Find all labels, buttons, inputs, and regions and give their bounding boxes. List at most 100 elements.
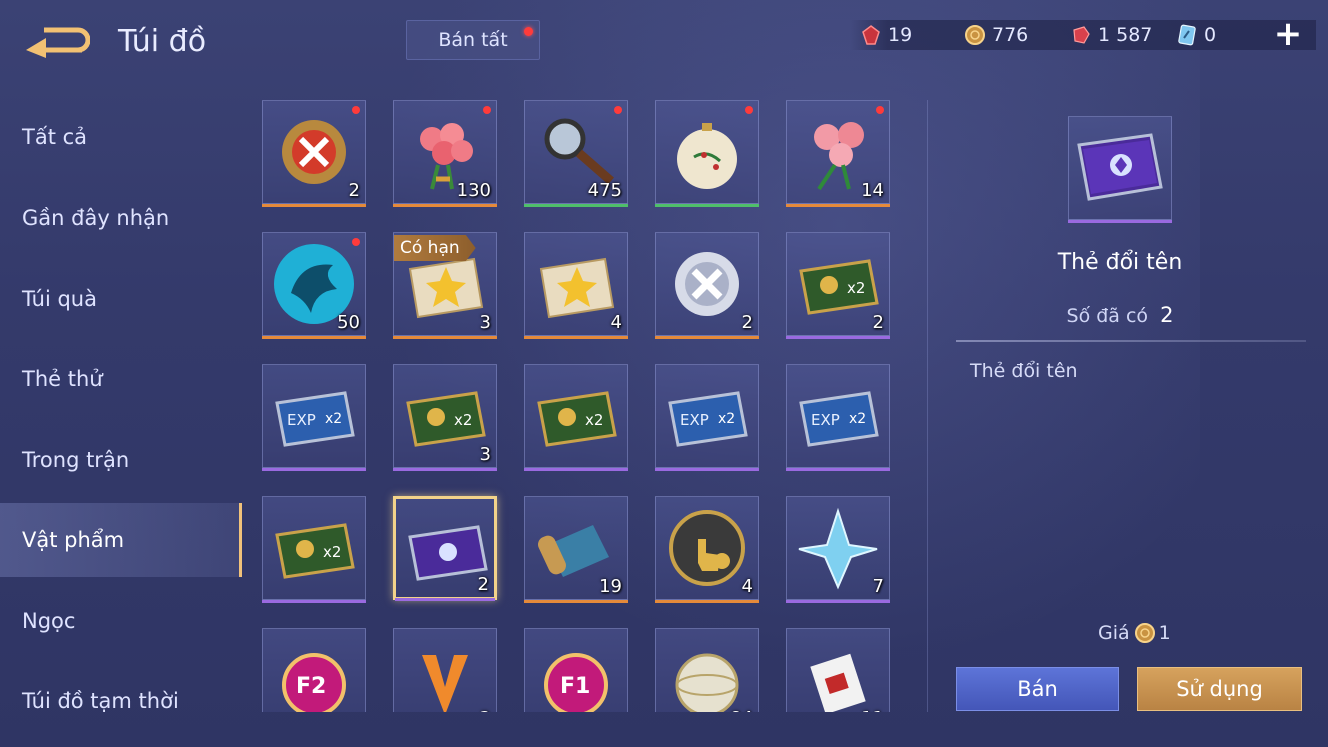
star-ticket-item[interactable]: 4: [524, 232, 628, 339]
gold-card-x2-item[interactable]: x2 3: [393, 364, 497, 471]
tap-badge-icon: [669, 510, 745, 586]
back-button[interactable]: [22, 24, 91, 60]
f1-badge-item[interactable]: F1: [524, 628, 628, 712]
rose-bouquet-item[interactable]: 130: [393, 100, 497, 207]
sidebar-item-gift-bags[interactable]: Túi quà: [0, 262, 242, 336]
limited-tag: Có hạn: [394, 235, 476, 261]
svg-text:EXP: EXP: [287, 411, 316, 429]
red-card-item[interactable]: 11: [786, 628, 890, 712]
item-count: 2: [477, 574, 489, 595]
price-value: 1: [1158, 622, 1171, 644]
svg-text:EXP: EXP: [811, 411, 840, 429]
sidebar-item-temporary-bag[interactable]: Túi đồ tạm thời: [0, 664, 242, 738]
sidebar-item-recent[interactable]: Gần đây nhận: [0, 181, 242, 255]
ornament-ball-item[interactable]: [655, 100, 759, 207]
sidebar-item-items[interactable]: Vật phẩm: [0, 503, 242, 577]
svg-text:x2: x2: [454, 411, 472, 429]
rarity-bar: [655, 204, 759, 207]
rarity-bar: [786, 600, 890, 603]
page-title: Túi đồ: [118, 24, 207, 59]
new-item-dot: [876, 106, 884, 114]
item-count: 4: [741, 576, 753, 597]
crystal-emblem-item[interactable]: 7: [786, 496, 890, 603]
rarity-bar: [1068, 220, 1172, 223]
gold-card-x2-icon: x2: [275, 523, 355, 579]
sell-all-button[interactable]: Bán tất: [406, 20, 540, 60]
crystal-emblem-icon: [798, 507, 878, 590]
gold-card-x2-icon: x2: [537, 391, 617, 447]
sidebar-item-in-match[interactable]: Trong trận: [0, 423, 242, 497]
blue-emblem-item[interactable]: 50: [262, 232, 366, 339]
currency-red-crystal: 1 587: [1070, 20, 1152, 50]
item-count: 130: [456, 180, 491, 201]
gold-card-x2-item[interactable]: x2: [524, 364, 628, 471]
rarity-bar: [786, 336, 890, 339]
new-item-dot: [483, 106, 491, 114]
gold-card-x2-icon: x2: [406, 391, 486, 447]
rarity-bar: [262, 204, 366, 207]
use-button[interactable]: Sử dụng: [1137, 667, 1302, 711]
rarity-bar: [524, 468, 628, 471]
gold-card-x2-icon: x2: [799, 259, 879, 315]
sidebar-item-gems[interactable]: Ngọc: [0, 584, 242, 658]
owned-count: Số đã có 2: [950, 303, 1290, 327]
item-count: 14: [861, 180, 884, 201]
rarity-bar: [393, 204, 497, 207]
rarity-bar: [393, 336, 497, 339]
red-crystal-icon: [1073, 26, 1090, 44]
rename-card-item[interactable]: 2: [393, 496, 497, 601]
back-arrow-icon: [26, 27, 91, 58]
star-ticket-icon: [539, 257, 615, 319]
item-description: Thẻ đổi tên: [970, 360, 1078, 382]
currency-red-gem: 19: [860, 20, 912, 50]
rarity-bar: [262, 468, 366, 471]
price-label: Giá: [1098, 622, 1130, 644]
silver-orb-item[interactable]: 2: [655, 232, 759, 339]
star-ticket-limited-item[interactable]: Có hạn 3: [393, 232, 497, 339]
tap-badge-item[interactable]: 4: [655, 496, 759, 603]
gold-card-x2-item[interactable]: x2 2: [786, 232, 890, 339]
exp-card-x2-item[interactable]: EXP x2: [655, 364, 759, 471]
exp-card-x2-icon: EXP x2: [668, 391, 748, 447]
roses-item[interactable]: 14: [786, 100, 890, 207]
exp-card-x2-item[interactable]: EXP x2: [262, 364, 366, 471]
red-orb-item[interactable]: 2: [262, 100, 366, 207]
item-count: 3: [479, 312, 491, 333]
currency-gold-coin: 776: [964, 20, 1028, 50]
gyro-orb-item[interactable]: 84: [655, 628, 759, 712]
inventory-grid: 2 130 475 14 50 Có hạn 3 4 2 x2 2 EXP x2 x2 3 x2 EXP x2 EX…: [252, 92, 912, 712]
price-row: Giá 1: [1098, 622, 1171, 644]
map-scroll-item[interactable]: 19: [524, 496, 628, 603]
detail-item-icon: [1068, 116, 1172, 223]
magnifier-item[interactable]: 475: [524, 100, 628, 207]
sell-button[interactable]: Bán: [956, 667, 1119, 711]
exp-card-x2-item[interactable]: EXP x2: [786, 364, 890, 471]
gold-card-x2-item[interactable]: x2: [262, 496, 366, 603]
item-count: 475: [587, 180, 622, 201]
sell-all-label: Bán tất: [438, 29, 508, 51]
item-count: 84: [730, 708, 753, 712]
add-currency-button[interactable]: +: [1272, 16, 1304, 52]
notification-dot: [524, 27, 533, 36]
rarity-bar: [262, 336, 366, 339]
svg-text:x2: x2: [325, 411, 342, 427]
sidebar-item-all[interactable]: Tất cả: [0, 100, 242, 174]
exp-card-x2-icon: EXP x2: [799, 391, 879, 447]
gyro-orb-icon: [675, 653, 739, 712]
svg-text:F2: F2: [296, 674, 326, 699]
detail-item-name: Thẻ đổi tên: [1057, 250, 1183, 275]
red-gem-icon: [862, 25, 880, 45]
new-item-dot: [352, 238, 360, 246]
f2-badge-item[interactable]: F2: [262, 628, 366, 712]
detail-divider: [956, 340, 1306, 342]
item-count: 2: [741, 312, 753, 333]
top-bar: Túi đồ Bán tất 19 776 1 587 0 +: [0, 0, 1328, 84]
v-crest-item[interactable]: 2: [393, 628, 497, 712]
f1-badge-icon: F1: [544, 653, 608, 712]
item-count: 2: [872, 312, 884, 333]
exp-card-x2-icon: EXP x2: [275, 391, 355, 447]
rarity-bar: [655, 468, 759, 471]
item-count: 50: [337, 312, 360, 333]
sidebar-item-trial-cards[interactable]: Thẻ thử: [0, 342, 242, 416]
owned-label: Số đã có: [1066, 305, 1149, 327]
